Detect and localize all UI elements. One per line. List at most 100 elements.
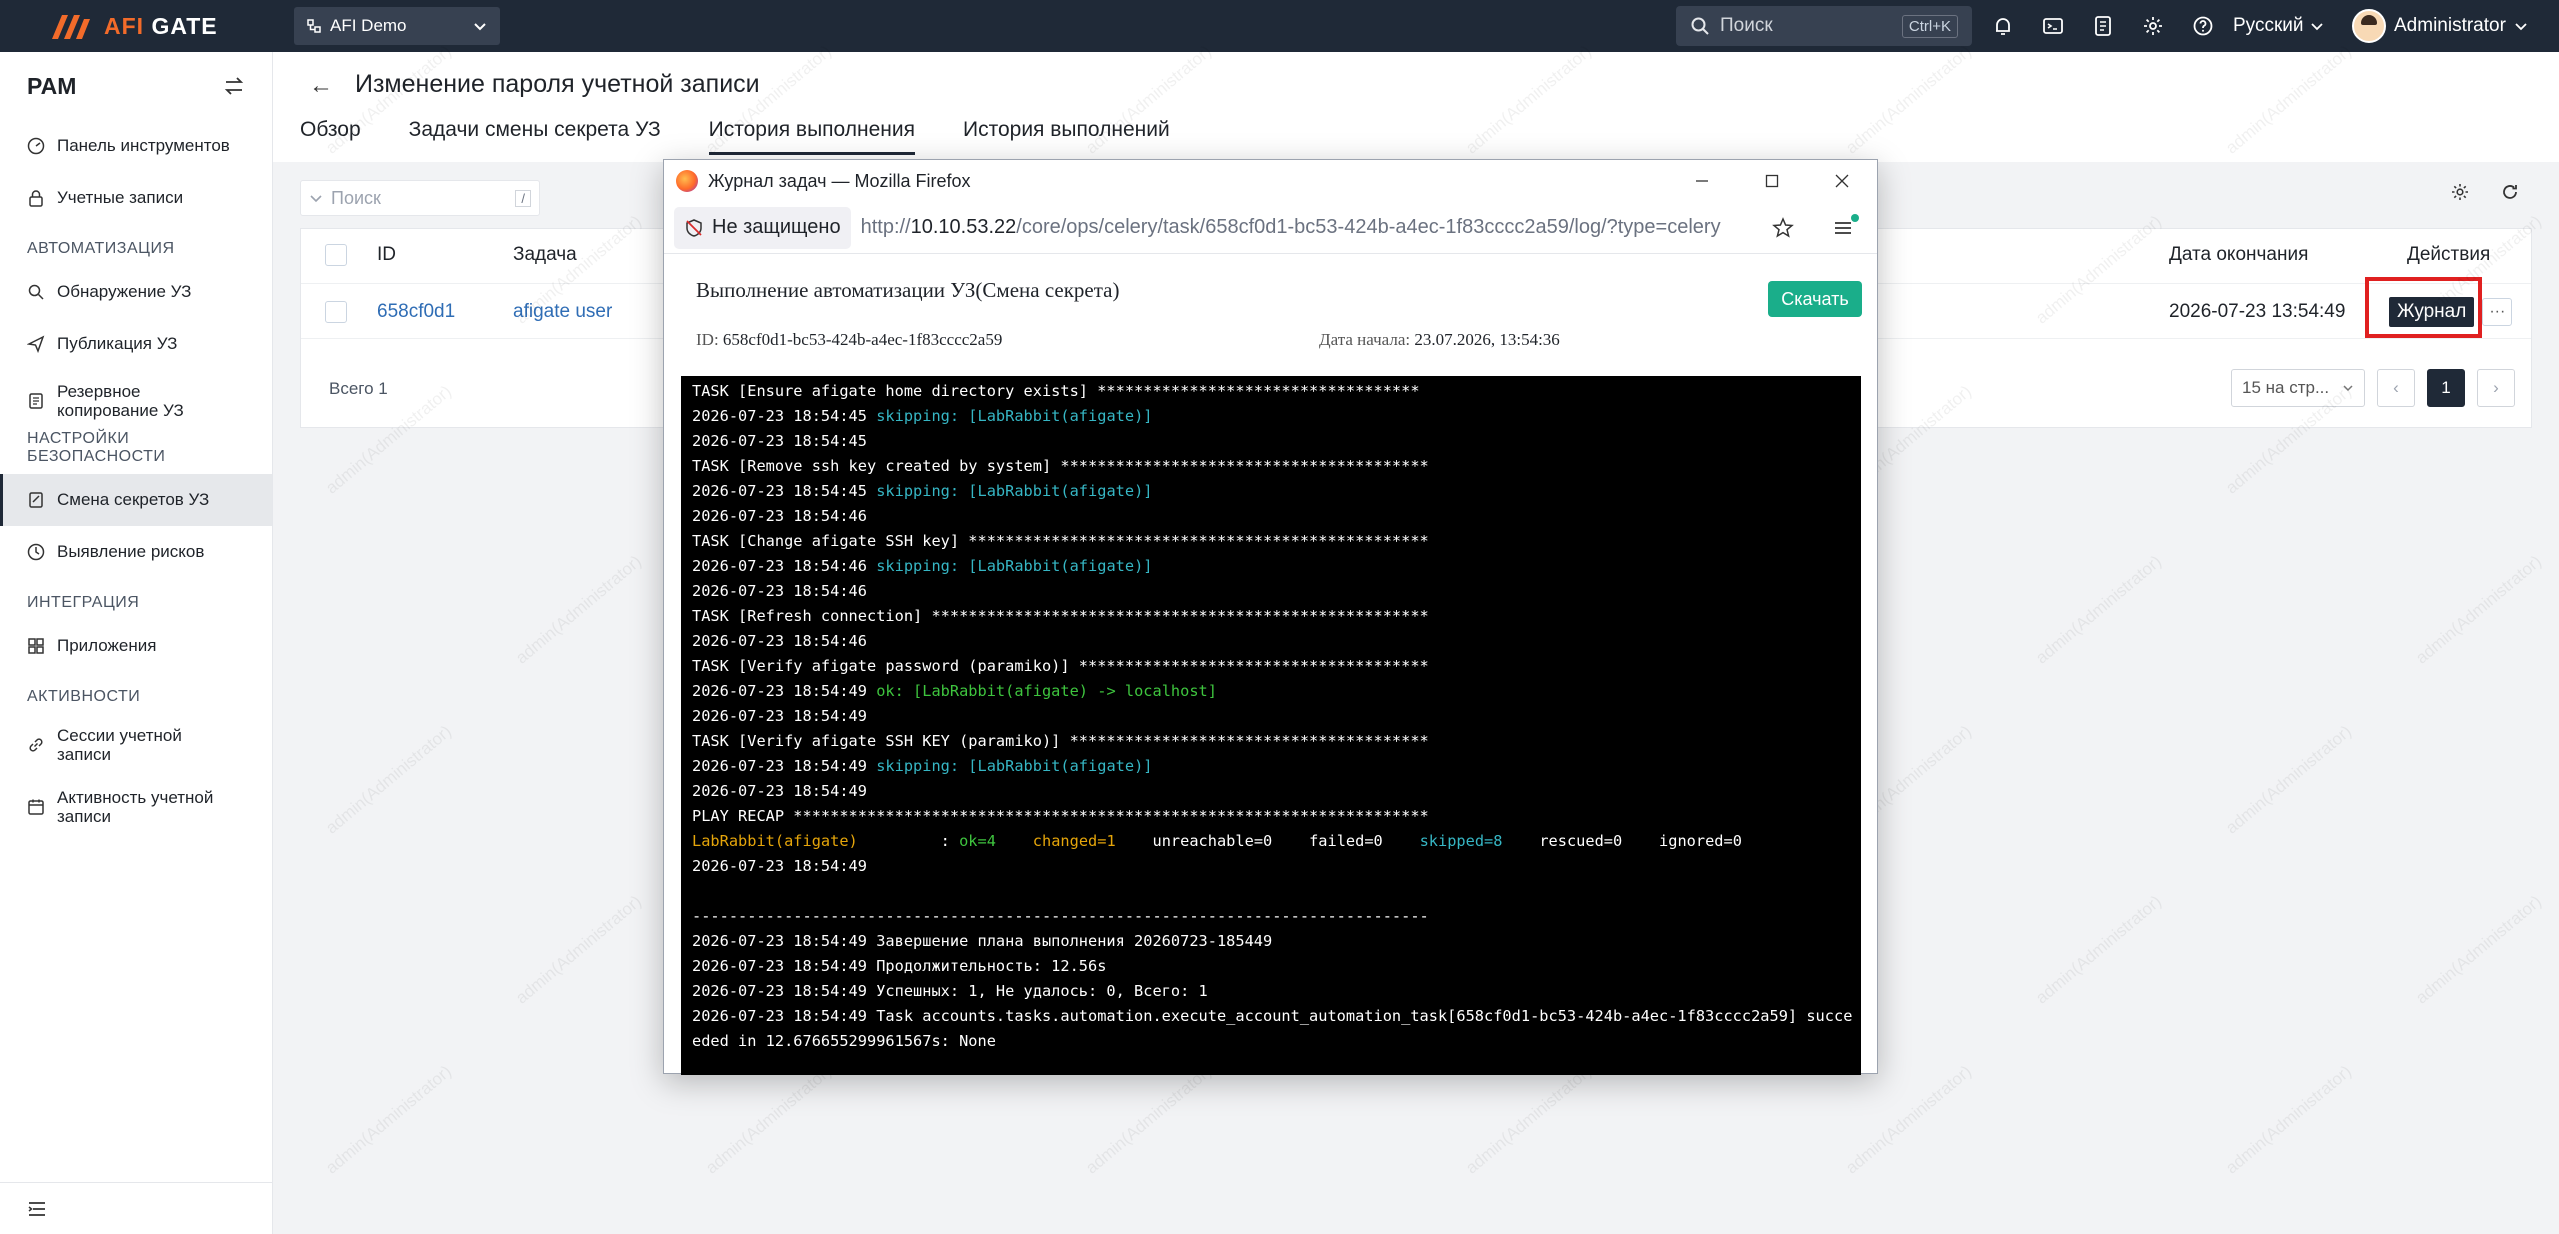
column-header-id[interactable]: ID: [377, 229, 396, 281]
watermark-text: admin(Administrator): [2032, 551, 2166, 668]
sidebar-item-dashboard[interactable]: Панель инструментов: [0, 120, 272, 172]
sidebar-section-activity: АКТИВНОСТИ: [27, 688, 141, 705]
page-size-select[interactable]: 15 на стр...: [2231, 369, 2365, 407]
watermark-text: admin(Administrator): [2412, 891, 2546, 1008]
organization-name: AFI Demo: [330, 16, 407, 35]
lock-icon: [29, 190, 43, 207]
page-button-1[interactable]: 1: [2427, 369, 2465, 407]
firefox-popup-window: Журнал задач — Mozilla Firefox Не защище…: [663, 159, 1878, 1075]
sidebar-header: PAM: [0, 52, 272, 120]
table-search-input[interactable]: Поиск /: [300, 180, 540, 216]
more-actions-button[interactable]: ···: [2482, 298, 2513, 326]
sidebar-item-label: Обнаружение УЗ: [57, 282, 192, 301]
log-line: 2026-07-23 18:54:49: [692, 707, 867, 725]
log-line: TASK [Remove ssh key created by system] …: [692, 457, 1429, 475]
column-header-actions: Действия: [2407, 244, 2491, 265]
tab-execution-history[interactable]: История выполнения: [708, 118, 915, 155]
column-header-end-date[interactable]: Дата окончания: [2169, 229, 2308, 281]
tab-secret-tasks[interactable]: Задачи смены секрета УЗ: [409, 118, 661, 155]
row-end-date: 2026-07-23 13:54:49: [2169, 301, 2346, 322]
key-icon: [29, 492, 43, 508]
organization-select[interactable]: AFI Demo: [294, 7, 500, 45]
gear-icon[interactable]: [2450, 182, 2470, 202]
column-header-task[interactable]: Задача: [513, 229, 577, 281]
url-bar: Не защищено http://10.10.53.22/core/ops/…: [664, 202, 1877, 254]
sidebar-item-backup[interactable]: Резервное копирование УЗ: [0, 370, 272, 432]
search-shortcut: /: [515, 189, 531, 207]
popup-content: Выполнение автоматизации УЗ(Смена секрет…: [664, 264, 1877, 1075]
download-button[interactable]: Скачать: [1768, 281, 1862, 317]
log-line: 2026-07-23 18:54:45: [692, 432, 867, 450]
sidebar-item-activity[interactable]: Активность учетной записи: [0, 776, 272, 838]
help-icon[interactable]: [2190, 13, 2216, 39]
log-line: TASK [Change afigate SSH key] **********…: [692, 532, 1429, 550]
search-icon: [1691, 17, 1709, 35]
menu-icon[interactable]: [1831, 213, 1859, 240]
maximize-button[interactable]: [1737, 160, 1807, 202]
chevron-down-icon: [2310, 23, 2323, 31]
select-all-checkbox[interactable]: [325, 229, 347, 281]
log-line: 2026-07-23 18:54:49: [692, 782, 867, 800]
gear-icon[interactable]: [2140, 13, 2166, 39]
star-icon[interactable]: [1771, 216, 1795, 240]
sidebar-item-discovery[interactable]: Обнаружение УЗ: [0, 266, 272, 318]
row-task-link[interactable]: afigate user: [513, 284, 612, 340]
logo[interactable]: AFI GATE: [0, 0, 294, 52]
minimize-button[interactable]: [1667, 160, 1737, 202]
tab-executions-history[interactable]: История выполнений: [963, 118, 1170, 155]
sidebar: PAM Панель инструментов Учетные записи А…: [0, 52, 273, 1234]
bell-icon[interactable]: [1990, 13, 2016, 39]
log-line: 2026-07-23 18:54:46: [692, 582, 867, 600]
search-placeholder: Поиск: [1720, 15, 1773, 36]
watermark-text: admin(Administrator): [322, 1061, 456, 1178]
terminal-icon[interactable]: [2040, 13, 2066, 39]
sidebar-item-label: Панель инструментов: [57, 136, 230, 155]
sidebar-item-risks[interactable]: Выявление рисков: [0, 526, 272, 578]
sidebar-item-apps[interactable]: Приложения: [0, 620, 272, 672]
refresh-icon[interactable]: [2500, 182, 2520, 202]
log-line: 2026-07-23 18:54:49 ok: [LabRabbit(afiga…: [692, 682, 1217, 700]
log-terminal[interactable]: TASK [Ensure afigate home directory exis…: [681, 376, 1861, 1075]
global-search-input[interactable]: Поиск Ctrl+K: [1676, 6, 1972, 46]
popup-title: Журнал задач — Mozilla Firefox: [708, 170, 971, 191]
log-line: 2026-07-23 18:54:49 skipping: [LabRabbit…: [692, 757, 1153, 775]
sidebar-item-sessions[interactable]: Сессии учетной записи: [0, 714, 272, 776]
language-select[interactable]: Русский: [2233, 0, 2324, 52]
sidebar-item-publish[interactable]: Публикация УЗ: [0, 318, 272, 370]
log-line: 2026-07-23 18:54:49 Успешных: 1, Не удал…: [692, 982, 1208, 1000]
security-label: Не защищено: [712, 216, 841, 238]
shield-warning-icon: [686, 218, 702, 237]
user-menu[interactable]: Administrator: [2352, 0, 2528, 52]
org-icon: [307, 19, 321, 33]
log-line: PLAY RECAP *****************************…: [692, 807, 1429, 825]
close-button[interactable]: [1807, 160, 1877, 202]
total-count: Всего 1: [329, 379, 388, 398]
tab-overview[interactable]: Обзор: [300, 118, 361, 155]
start-date: Дата начала: 23.07.2026, 13:54:36: [1319, 330, 1560, 349]
row-checkbox[interactable]: [325, 284, 347, 340]
sidebar-item-label: Учетные записи: [57, 188, 184, 207]
watermark-text: admin(Administrator): [2032, 891, 2166, 1008]
task-id: ID: 658cf0d1-bc53-424b-a4ec-1f83cccc2a59: [696, 330, 1003, 349]
watermark-text: admin(Administrator): [1082, 1061, 1216, 1178]
language-label: Русский: [2233, 15, 2304, 36]
search-icon: [28, 284, 44, 300]
document-icon[interactable]: [2090, 13, 2116, 39]
sidebar-item-accounts[interactable]: Учетные записи: [0, 172, 272, 224]
prev-page-button[interactable]: ‹: [2377, 369, 2415, 407]
url-field[interactable]: http://10.10.53.22/core/ops/celery/task/…: [861, 216, 1761, 239]
sidebar-item-label: Приложения: [57, 636, 157, 655]
security-indicator[interactable]: Не защищено: [674, 206, 851, 249]
row-id-link[interactable]: 658cf0d1: [377, 284, 455, 340]
popup-titlebar: Журнал задач — Mozilla Firefox: [664, 160, 1877, 202]
link-icon: [29, 738, 43, 752]
sidebar-item-label: Резервное копирование УЗ: [57, 382, 184, 420]
back-arrow-icon[interactable]: ←: [309, 72, 333, 100]
swap-icon[interactable]: [223, 75, 245, 97]
next-page-button[interactable]: ›: [2477, 369, 2515, 407]
log-line: 2026-07-23 18:54:49: [692, 857, 867, 875]
log-line: LabRabbit(afigate) : ok=4 changed=1 unre…: [692, 832, 1742, 850]
sidebar-collapse-button[interactable]: [0, 1182, 272, 1234]
sidebar-item-secret-change[interactable]: Смена секретов УЗ: [0, 474, 272, 526]
